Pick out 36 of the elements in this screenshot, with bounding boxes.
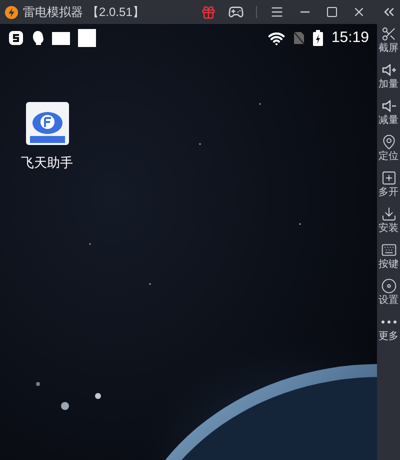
sidebar-button[interactable]: 加量 <box>378 62 398 91</box>
close-icon <box>352 5 366 19</box>
menu-icon <box>270 5 284 19</box>
s-app-icon <box>8 30 24 46</box>
logo-icon <box>4 4 19 20</box>
clock-time: 15:19 <box>331 28 369 48</box>
square-plus-icon <box>380 170 396 186</box>
sidebar-button[interactable]: 定位 <box>378 134 398 163</box>
location-pin-icon <box>380 134 396 150</box>
volume-down-icon <box>380 98 396 114</box>
battery-icon <box>313 30 324 46</box>
more-icon <box>380 320 396 324</box>
gift-icon <box>201 4 216 20</box>
wifi-icon <box>268 30 286 46</box>
head-icon <box>32 30 44 46</box>
keyboard-icon <box>380 242 396 258</box>
version-label: 【2.0.51】 <box>87 4 144 21</box>
notification-square-icon <box>78 29 96 47</box>
gamepad-icon <box>228 4 244 20</box>
window-title: 雷电模拟器 <box>23 4 83 21</box>
sidebar-button[interactable]: 按键 <box>378 242 398 271</box>
app-icon <box>26 102 68 145</box>
no-sim-icon <box>293 31 306 45</box>
scissors-icon <box>380 26 396 42</box>
sidebar-button[interactable]: 多开 <box>378 170 398 199</box>
volume-up-icon <box>380 62 396 78</box>
app-shortcut[interactable]: 飞天助手 <box>18 102 76 172</box>
notification-square-icon <box>52 32 70 44</box>
sidebar-button[interactable]: 安装 <box>378 206 398 235</box>
settings-icon <box>380 278 396 294</box>
sidebar-button[interactable]: 减量 <box>378 98 398 127</box>
sidebar-button[interactable]: 更多 <box>378 314 398 343</box>
sidebar-button[interactable]: 截屏 <box>378 26 398 55</box>
sidebar-button[interactable]: 设置 <box>378 278 398 307</box>
download-icon <box>380 206 396 222</box>
maximize-icon <box>326 6 338 18</box>
